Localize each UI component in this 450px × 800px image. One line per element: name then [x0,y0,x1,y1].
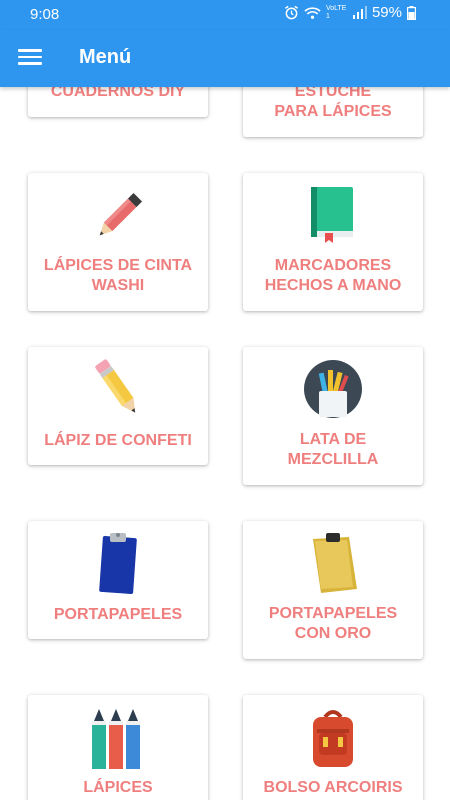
status-bar: 9:08 VoLTE1 59% [0,0,450,30]
pencil-cup-icon [304,360,362,418]
card-label: PORTAPAPELES CON ORO [268,605,398,642]
status-icons: VoLTE1 59% [284,4,416,21]
wifi-icon [304,6,321,19]
card-portapapeles[interactable]: PORTAPAPELES [28,521,208,639]
backpack-icon [313,710,353,767]
card-label: CUADERNOS DIY [50,87,186,100]
hamburger-menu-icon[interactable] [18,46,42,70]
alarm-icon [284,5,298,20]
card-marcadores-hechos-a-mano[interactable]: MARCADORES HECHOS A MANO [243,173,423,311]
signal-icon [352,6,367,19]
card-label: LATA DE MEZCLILLA [287,431,379,468]
pencil-icon [99,192,143,236]
card-label: ESTUCHE PARA LÁPICES [274,87,392,120]
page-title: Menú [79,46,132,68]
yellow-pencil-icon [95,359,136,413]
menu-grid[interactable]: CUADERNOS DIY ESTUCHE PARA LÁPICES LÁPIC… [0,87,450,800]
green-book-icon [311,187,353,243]
card-lapices[interactable]: LÁPICES [28,695,208,800]
card-label: LÁPICES DE CINTA WASHI [43,257,193,294]
volte-label: VoLTE1 [325,4,347,20]
card-bolso-arcoiris[interactable]: BOLSO ARCOIRIS [243,695,423,800]
card-cuadernos-diy[interactable]: CUADERNOS DIY [28,87,208,117]
card-label: BOLSO ARCOIRIS [263,779,403,796]
card-estuche-para-lapices[interactable]: ESTUCHE PARA LÁPICES [243,87,423,137]
card-lata-de-mezclilla[interactable]: LATA DE MEZCLILLA [243,347,423,485]
battery-icon [407,5,416,20]
card-label: LÁPICES [83,779,153,796]
gold-clipboard-icon [313,533,357,593]
colored-pencils-icon [92,709,140,769]
app-bar: Menú [0,30,450,87]
card-lapiz-de-confeti[interactable]: LÁPIZ DE CONFETI [28,347,208,465]
card-label: LÁPIZ DE CONFETI [44,432,192,449]
card-portapapeles-con-oro[interactable]: PORTAPAPELES CON ORO [243,521,423,659]
status-time: 9:08 [30,6,60,23]
card-label: PORTAPAPELES [53,606,183,623]
card-label: MARCADORES HECHOS A MANO [264,257,402,294]
battery-percent: 59% [371,4,402,21]
blue-clipboard-icon [99,533,137,594]
card-lapices-cinta-washi[interactable]: LÁPICES DE CINTA WASHI [28,173,208,311]
